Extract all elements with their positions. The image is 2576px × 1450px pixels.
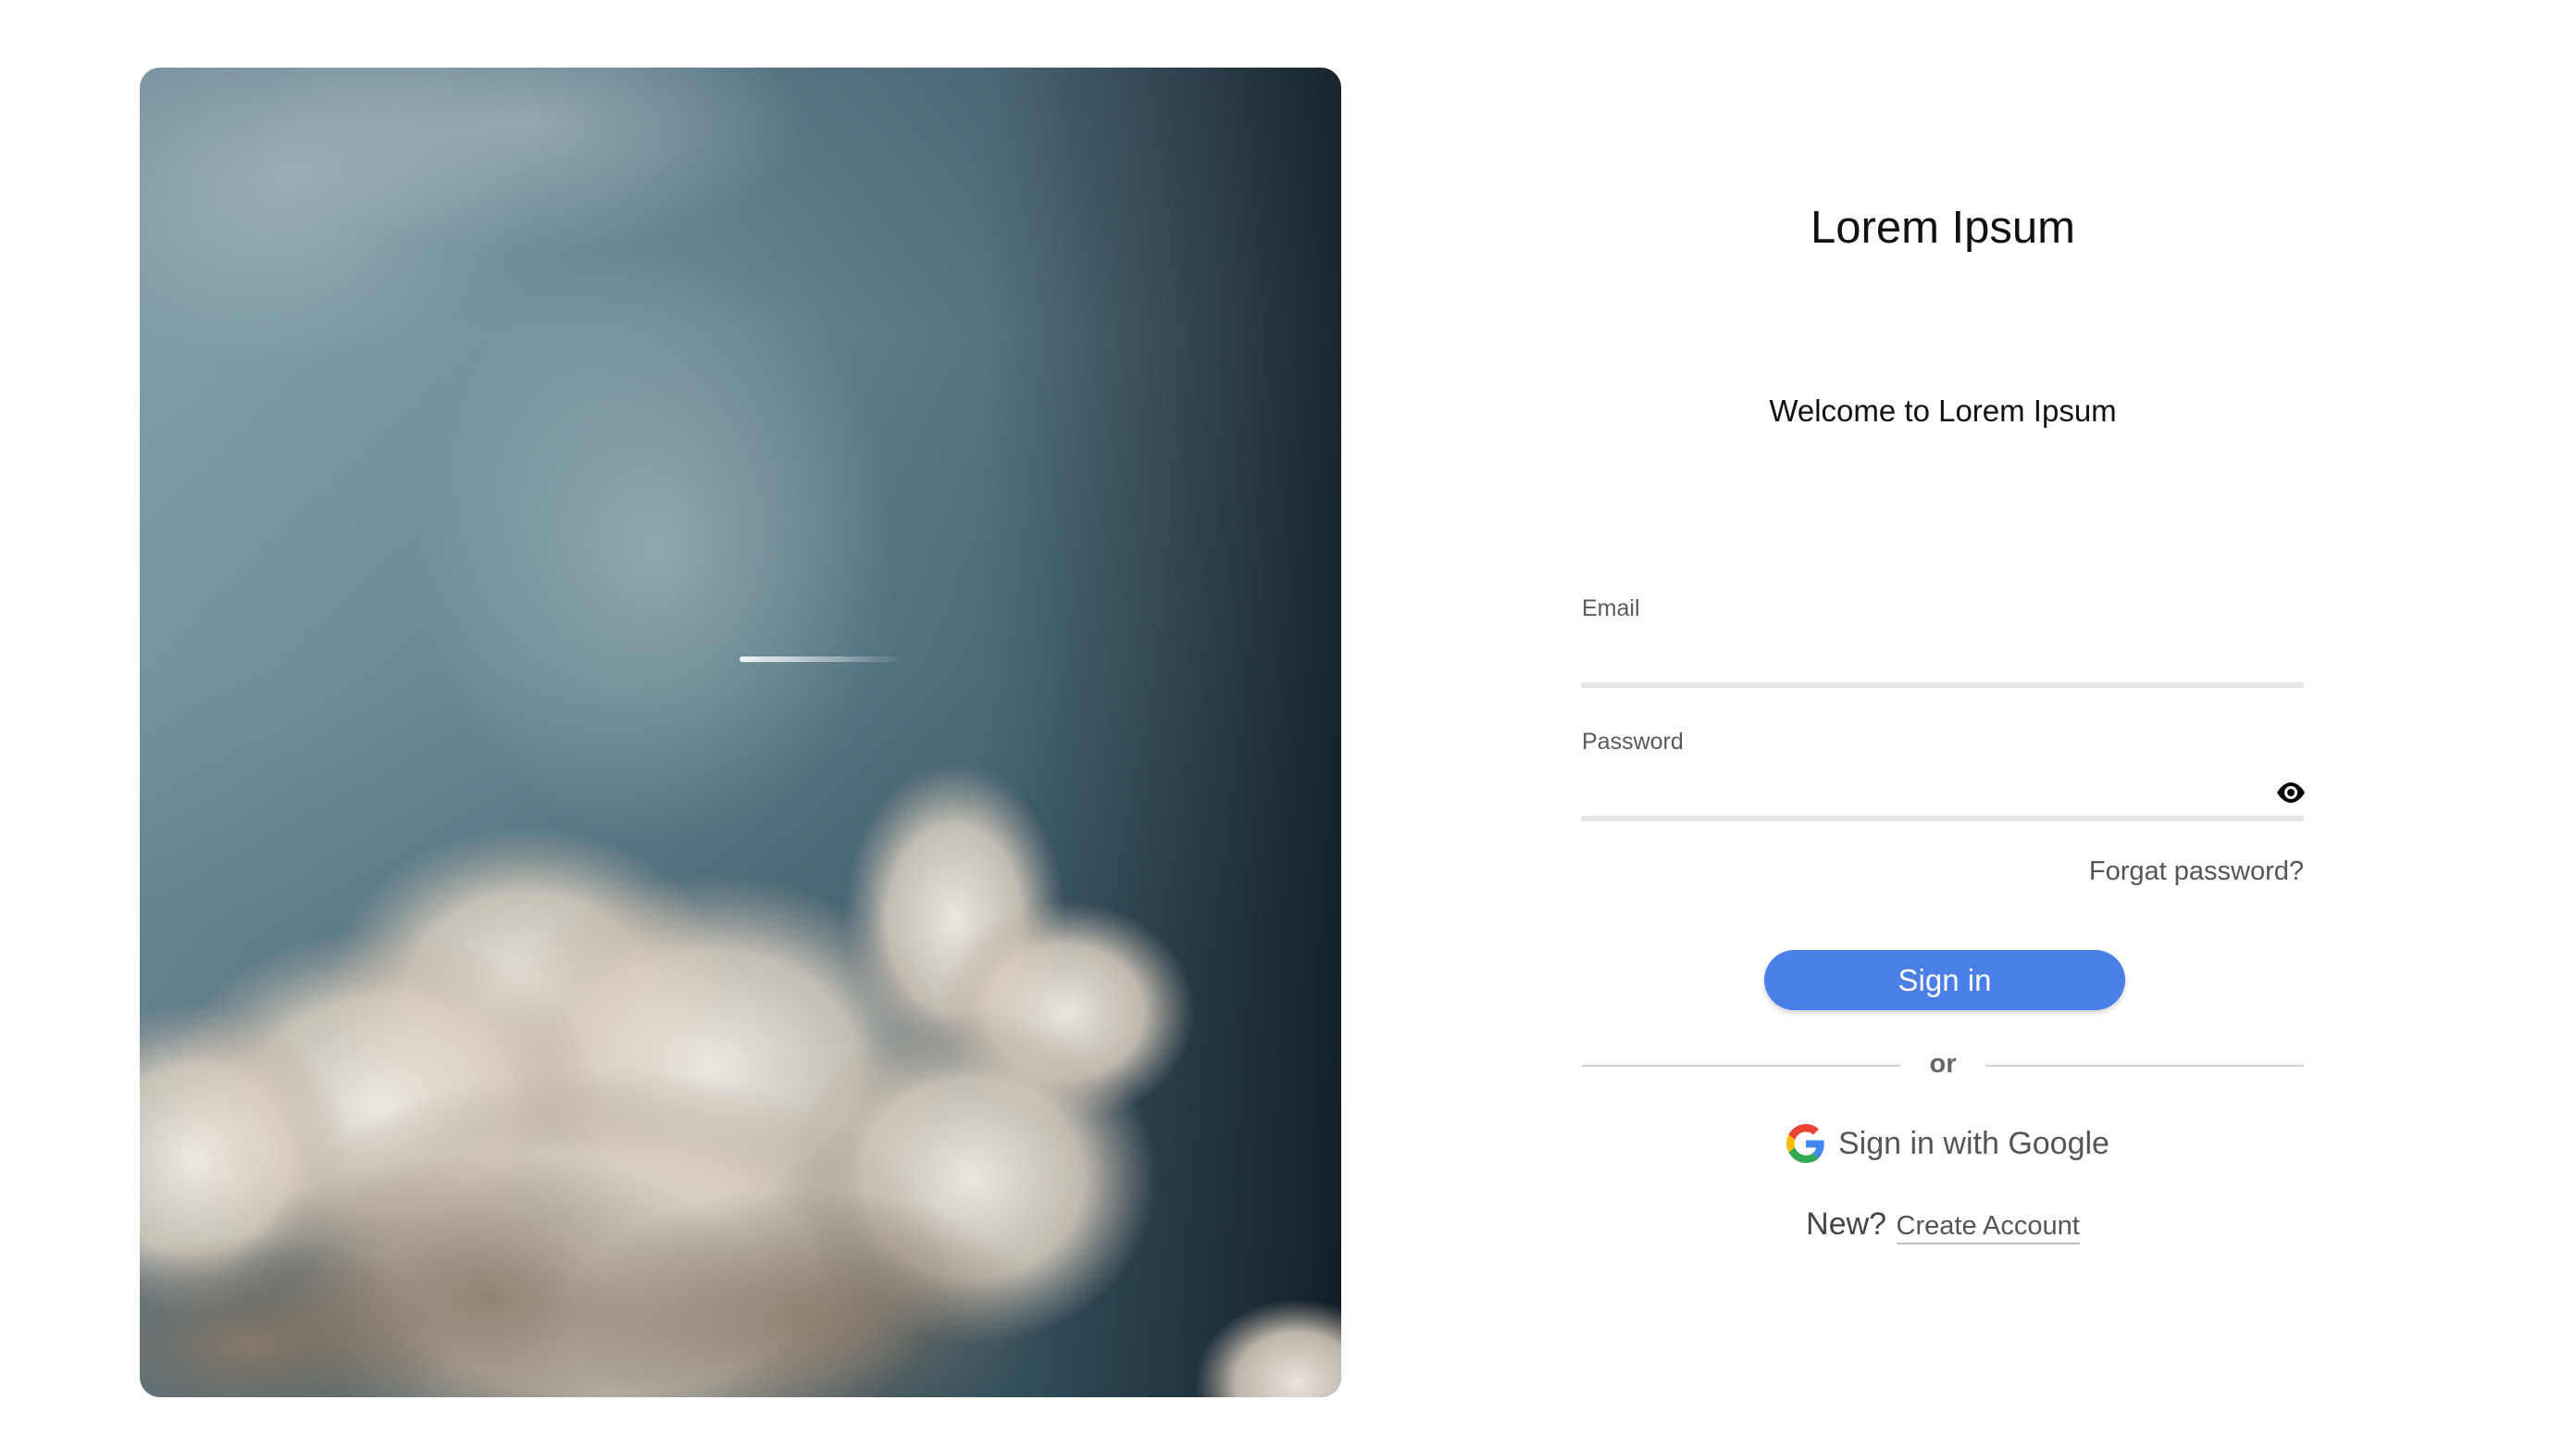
sky-clouds-image: [140, 68, 1341, 1397]
google-sign-in-button[interactable]: Sign in with Google: [1786, 1120, 2109, 1167]
app-title: Lorem Ipsum: [1811, 203, 2075, 253]
divider-line-left: [1582, 1065, 1900, 1067]
divider-or: or: [1929, 1049, 1957, 1079]
sign-in-page: Lorem Ipsum Welcome to Lorem Ipsum Email…: [0, 0, 2576, 1450]
google-sign-in-label: Sign in with Google: [1838, 1125, 2109, 1161]
email-label: Email: [1582, 595, 1640, 621]
create-account-link[interactable]: Create Account: [1896, 1211, 2080, 1244]
email-field[interactable]: [1582, 645, 2304, 688]
clouds-illustration: [140, 68, 1341, 1397]
eye-icon[interactable]: [2274, 780, 2308, 806]
password-label: Password: [1582, 729, 1684, 755]
forgot-password-link[interactable]: Forgat password?: [1934, 856, 2304, 887]
create-account-row: New? Create Account: [1582, 1206, 2304, 1244]
divider-line-right: [1985, 1065, 2304, 1067]
password-field[interactable]: [1582, 779, 2304, 821]
new-user-prompt: New?: [1806, 1206, 1887, 1242]
google-icon: [1786, 1124, 1825, 1163]
welcome-message: Welcome to Lorem Ipsum: [1769, 394, 2117, 428]
sign-in-button[interactable]: Sign in: [1764, 950, 2125, 1010]
